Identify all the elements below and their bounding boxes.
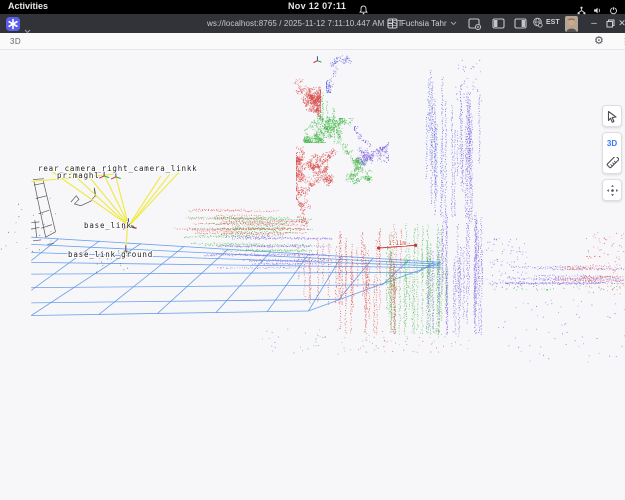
- layouts-icon: [387, 18, 398, 29]
- panel-menu-icon[interactable]: ⋮: [621, 37, 625, 46]
- 3d-tools: 3D: [602, 105, 622, 206]
- scene-underlay: [0, 50, 625, 500]
- layout-chevron-icon: [450, 21, 457, 26]
- data-source-label[interactable]: ws://localhost:8765 / 2025-11-12 7:11:10…: [207, 19, 403, 28]
- globe-icon: [532, 17, 543, 28]
- activities-button[interactable]: Activities: [8, 1, 48, 11]
- inspect-tool-button[interactable]: [602, 105, 622, 127]
- app-logo-icon[interactable]: [6, 17, 20, 31]
- network-icon[interactable]: [577, 2, 586, 20]
- power-icon[interactable]: [609, 2, 618, 20]
- tf-frame-label: base_link_ground: [68, 250, 153, 259]
- panel-settings-icon[interactable]: ⚙: [594, 34, 604, 47]
- focus-camera-icon: [603, 180, 621, 200]
- timezone-label: EST: [546, 19, 560, 26]
- cursor-icon: [603, 106, 621, 126]
- notification-bell-icon: [359, 2, 368, 20]
- tf-frame-label: base_link: [84, 221, 132, 230]
- pointcloud-canvas: [0, 50, 625, 500]
- layout-name-label: Fuchsia Tahr: [401, 19, 447, 28]
- add-panel-icon[interactable]: [466, 17, 482, 30]
- svg-text:1.11m: 1.11m: [388, 241, 406, 247]
- volume-icon[interactable]: [593, 2, 602, 20]
- left-sidebar-toggle-icon[interactable]: [490, 17, 506, 30]
- app-menu-chevron-icon[interactable]: [24, 21, 31, 39]
- right-sidebar-toggle-icon[interactable]: [512, 17, 528, 30]
- measure-tool-button[interactable]: [603, 153, 621, 173]
- 3d-viewport[interactable]: 1.11m rear_camera_right_camera_linkkpr:m…: [0, 50, 625, 500]
- tf-frame-label: pr:maghl: [57, 171, 100, 180]
- panel-title[interactable]: 3D: [10, 37, 21, 46]
- app-title-bar: ws://localhost:8765 / 2025-11-12 7:11:10…: [0, 14, 625, 33]
- clock-label[interactable]: Nov 12 07:11: [288, 1, 346, 11]
- camera-reset-button[interactable]: [602, 179, 622, 201]
- gnome-top-bar: Activities Nov 12 07:11: [0, 0, 625, 14]
- desktop-root: { "desktop_bar": { "activities": "Activi…: [0, 0, 625, 500]
- timezone-indicator[interactable]: EST: [532, 17, 560, 28]
- scene-overlay: 1.11m: [0, 50, 625, 500]
- toggle-3d-button[interactable]: 3D: [603, 133, 621, 153]
- layout-selector[interactable]: Fuchsia Tahr: [387, 16, 457, 31]
- view-tools-group: 3D: [602, 132, 622, 174]
- panel-header: 3D ⚙ ⋮: [0, 33, 625, 50]
- ruler-icon: [606, 157, 619, 170]
